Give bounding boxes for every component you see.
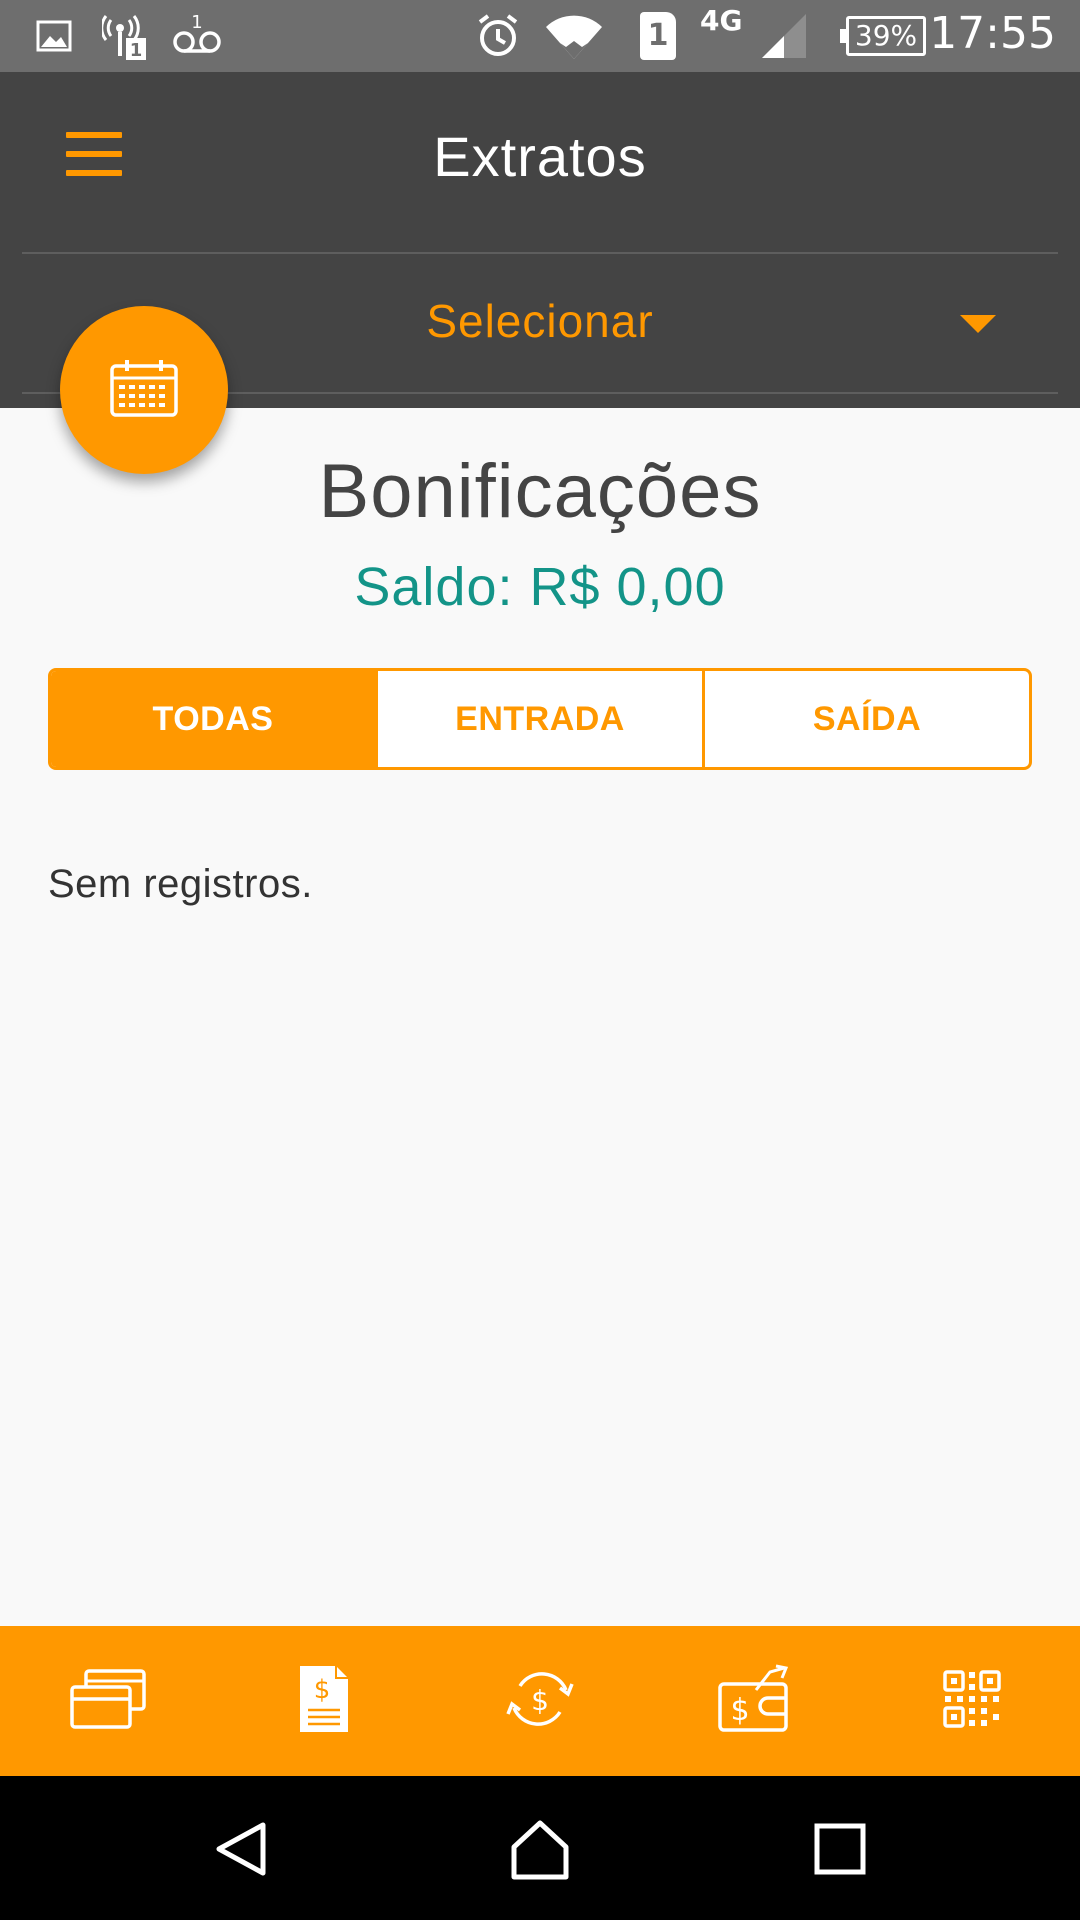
nav-wallet[interactable]: $ — [648, 1626, 864, 1776]
signal-icon — [760, 10, 808, 62]
invoice-icon: $ — [296, 1664, 352, 1738]
calendar-icon — [109, 358, 179, 422]
nav-qr-code[interactable] — [864, 1626, 1080, 1776]
image-icon — [36, 10, 72, 62]
wallet-icon: $ — [716, 1664, 796, 1738]
status-bar: 1 1 1 4G 39% 17:55 — [0, 0, 1080, 72]
battery-icon: 39% — [840, 16, 926, 56]
filter-tabs: TODAS ENTRADA SAÍDA — [48, 668, 1032, 770]
wifi-icon — [544, 10, 604, 62]
qr-code-icon — [942, 1669, 1002, 1733]
tab-saida[interactable]: SAÍDA — [702, 671, 1029, 767]
caret-down-icon — [960, 315, 996, 333]
svg-text:$: $ — [314, 1675, 331, 1705]
empty-message: Sem registros. — [48, 862, 313, 906]
home-icon[interactable] — [505, 1814, 575, 1884]
network-type: 4G — [700, 4, 743, 37]
recents-icon[interactable] — [805, 1814, 875, 1884]
system-nav — [0, 1776, 1080, 1920]
nav-cards[interactable] — [0, 1626, 216, 1776]
alarm-icon — [474, 10, 522, 62]
svg-text:$: $ — [531, 1684, 549, 1717]
header-divider — [22, 252, 1058, 254]
tab-todas[interactable]: TODAS — [51, 671, 375, 767]
clock: 17:55 — [929, 8, 1056, 59]
svg-text:$: $ — [730, 1693, 749, 1728]
sim-icon: 1 — [640, 12, 676, 60]
tab-entrada[interactable]: ENTRADA — [375, 671, 702, 767]
voicemail-icon: 1 — [172, 10, 222, 62]
section-title: Bonificações — [318, 449, 762, 534]
transfer-icon: $ — [500, 1666, 580, 1736]
voicemail-count: 1 — [191, 12, 202, 33]
page-title: Extratos — [433, 125, 647, 188]
hotspot-icon: 1 — [102, 10, 150, 62]
balance-text: Saldo: R$ 0,00 — [354, 557, 726, 617]
cards-icon — [68, 1667, 148, 1735]
nav-invoice[interactable]: $ — [216, 1626, 432, 1776]
battery-level: 39% — [854, 19, 918, 52]
back-icon[interactable] — [206, 1814, 276, 1884]
bottom-nav: $ $ $ — [0, 1626, 1080, 1776]
sim-slot: 1 — [647, 18, 669, 53]
svg-text:1: 1 — [130, 40, 143, 60]
nav-transfer[interactable]: $ — [432, 1626, 648, 1776]
